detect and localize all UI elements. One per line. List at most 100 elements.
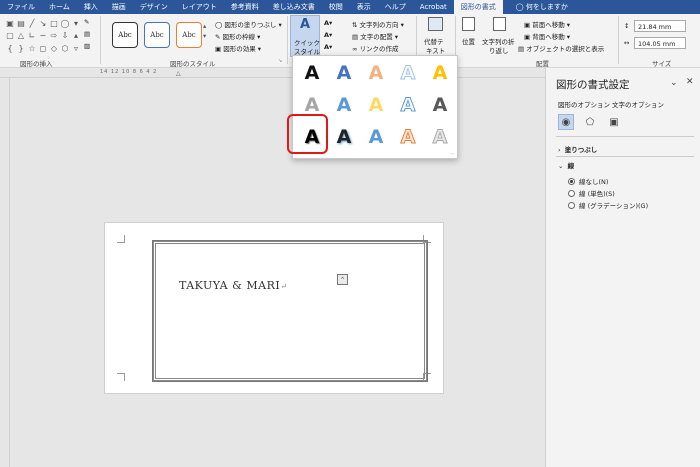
diamond-shape-icon[interactable]: ◇: [49, 43, 59, 54]
send-backward-button[interactable]: ▣ 背面へ移動 ▾: [524, 31, 570, 41]
bring-forward-button[interactable]: ▣ 前面へ移動 ▾: [524, 19, 570, 29]
tab-shape-options[interactable]: 図形のオプション: [558, 99, 610, 109]
wordart-style-1[interactable]: A: [299, 60, 325, 86]
triangle-shape-icon[interactable]: △: [16, 30, 26, 41]
arrow-shape-icon[interactable]: ↘: [38, 18, 48, 29]
position-button[interactable]: 位置: [459, 16, 479, 56]
tab-insert[interactable]: 挿入: [77, 0, 105, 14]
height-icon: ↕: [624, 22, 630, 30]
scroll-shapes-icon[interactable]: ▴: [71, 30, 81, 41]
edit-points-icon[interactable]: ▨: [84, 42, 90, 50]
style-scroll-down-icon[interactable]: ▾: [203, 32, 206, 40]
margin-corner: [117, 373, 125, 381]
document-text[interactable]: TAKUYA & MARI↵: [179, 279, 287, 292]
pane-collapse-icon[interactable]: ⌄: [670, 78, 678, 88]
quick-styles-button[interactable]: A クイック スタイル: [290, 15, 320, 57]
wordart-style-3[interactable]: A: [363, 60, 389, 86]
shape-effects-button[interactable]: ▣ 図形の効果 ▾: [215, 43, 261, 53]
edit-shape-icon[interactable]: ✎: [84, 18, 89, 26]
text-fill-icon[interactable]: A▾: [324, 19, 332, 27]
line-shape-icon[interactable]: ╱: [27, 18, 37, 29]
wordart-style-9[interactable]: A: [395, 92, 421, 118]
text-direction-button[interactable]: ⇅ 文字列の方向 ▾: [352, 19, 404, 29]
textbox-draw-icon[interactable]: ▤: [84, 30, 90, 38]
wordart-style-12[interactable]: A: [331, 124, 357, 150]
document-page[interactable]: TAKUYA & MARI↵ ⌃: [104, 222, 444, 394]
indent-marker-icon[interactable]: △: [176, 70, 181, 77]
dialog-launcher-icon[interactable]: ↘: [278, 58, 282, 64]
align-text-icon: ▤: [352, 33, 359, 41]
tell-me-search[interactable]: ◯ 何をしますか: [509, 0, 575, 14]
send-backward-icon: ▣: [524, 33, 531, 41]
line-section[interactable]: ⌄ 線: [558, 160, 574, 170]
curve-shape-icon[interactable]: ∽: [38, 30, 48, 41]
tab-home[interactable]: ホーム: [42, 0, 77, 14]
line-gradient-radio[interactable]: 線 (グラデーション)(G): [568, 200, 648, 210]
more-shapes-icon[interactable]: ▾: [71, 18, 81, 29]
layout-options-icon[interactable]: ⌃: [337, 274, 348, 285]
gallery-resize-icon[interactable]: ⋯: [450, 151, 455, 157]
shape-fill-button[interactable]: ◯ 図形の塗りつぶし ▾: [215, 19, 282, 29]
wordart-style-13[interactable]: A: [363, 124, 389, 150]
rounded-rect-icon[interactable]: ▢: [5, 30, 15, 41]
effects-pentagon-icon[interactable]: ⬠: [582, 114, 598, 130]
alt-text-button[interactable]: 代替テ キスト: [420, 16, 452, 56]
tab-layout[interactable]: レイアウト: [175, 0, 224, 14]
expand-shapes-icon[interactable]: ▿: [71, 43, 81, 54]
line-solid-radio[interactable]: 線 (単色)(S): [568, 188, 615, 198]
textbox-shape-icon[interactable]: ▣: [5, 18, 15, 29]
tab-design[interactable]: デザイン: [133, 0, 175, 14]
close-icon[interactable]: ✕: [686, 77, 694, 87]
align-text-button[interactable]: ▤ 文字の配置 ▾: [352, 31, 398, 41]
brace-close-icon[interactable]: }: [16, 43, 26, 54]
shape-style-2[interactable]: Abc: [144, 22, 170, 48]
decorative-frame[interactable]: [152, 240, 428, 382]
hexagon-shape-icon[interactable]: ⬡: [60, 43, 70, 54]
star-shape-icon[interactable]: ☆: [27, 43, 37, 54]
wordart-style-4[interactable]: A: [395, 60, 421, 86]
effects-icon: ▣: [215, 45, 222, 53]
corner-shape-icon[interactable]: ∟: [27, 30, 37, 41]
tab-references[interactable]: 参考資料: [224, 0, 266, 14]
rect-shape-icon[interactable]: □: [49, 18, 59, 29]
fill-section[interactable]: › 塗りつぶし: [558, 144, 597, 154]
tab-review[interactable]: 校閲: [322, 0, 350, 14]
tab-help[interactable]: ヘルプ: [378, 0, 413, 14]
arrow-right-icon[interactable]: ⇨: [49, 30, 59, 41]
text-effects-icon[interactable]: A▾: [324, 43, 332, 51]
size-properties-icon[interactable]: ▣: [606, 114, 622, 130]
tab-draw[interactable]: 描画: [105, 0, 133, 14]
wordart-style-7[interactable]: A: [331, 92, 357, 118]
tab-acrobat[interactable]: Acrobat: [413, 0, 454, 14]
line-none-radio[interactable]: 線なし(N): [568, 176, 608, 186]
square-shape-icon[interactable]: ◻: [38, 43, 48, 54]
wordart-style-14[interactable]: A: [395, 124, 421, 150]
oval-shape-icon[interactable]: ◯: [60, 18, 70, 29]
arrow-down-icon[interactable]: ⇩: [60, 30, 70, 41]
wordart-style-10[interactable]: A: [427, 92, 453, 118]
width-input[interactable]: 104.05 mm: [634, 37, 686, 49]
brace-shape-icon[interactable]: {: [5, 43, 15, 54]
wordart-style-5[interactable]: A: [427, 60, 453, 86]
group-divider: [287, 16, 288, 64]
shape-style-1[interactable]: Abc: [112, 22, 138, 48]
tab-shape-format[interactable]: 図形の書式: [453, 0, 503, 14]
selection-pane-button[interactable]: ▤ オブジェクトの選択と表示: [518, 43, 604, 53]
tab-view[interactable]: 表示: [350, 0, 378, 14]
tab-file[interactable]: ファイル: [0, 0, 42, 14]
textbox-vertical-icon[interactable]: ▤: [16, 18, 26, 29]
style-scroll-up-icon[interactable]: ▴: [203, 22, 206, 30]
tab-text-options[interactable]: 文字のオプション: [612, 99, 664, 109]
wordart-style-8[interactable]: A: [363, 92, 389, 118]
wordart-style-2[interactable]: A: [331, 60, 357, 86]
fill-line-icon[interactable]: ◉: [558, 114, 574, 130]
tab-mailings[interactable]: 差し込み文書: [266, 0, 322, 14]
shape-gallery[interactable]: ▣ ▤ ╱ ↘ □ ◯ ▾ ▢ △ ∟ ∽ ⇨ ⇩ ▴ { } ☆ ◻ ◇ ⬡ …: [5, 18, 78, 54]
wordart-style-15[interactable]: A: [427, 124, 453, 150]
shape-outline-button[interactable]: ✎ 図形の枠線 ▾: [215, 31, 260, 41]
create-link-button[interactable]: ∞ リンクの作成: [352, 43, 399, 53]
shape-style-3[interactable]: Abc: [176, 22, 202, 48]
text-outline-icon[interactable]: A▾: [324, 31, 332, 39]
height-input[interactable]: 21.84 mm: [634, 20, 686, 32]
wrap-text-button[interactable]: 文字列の折 り返し: [481, 16, 521, 56]
